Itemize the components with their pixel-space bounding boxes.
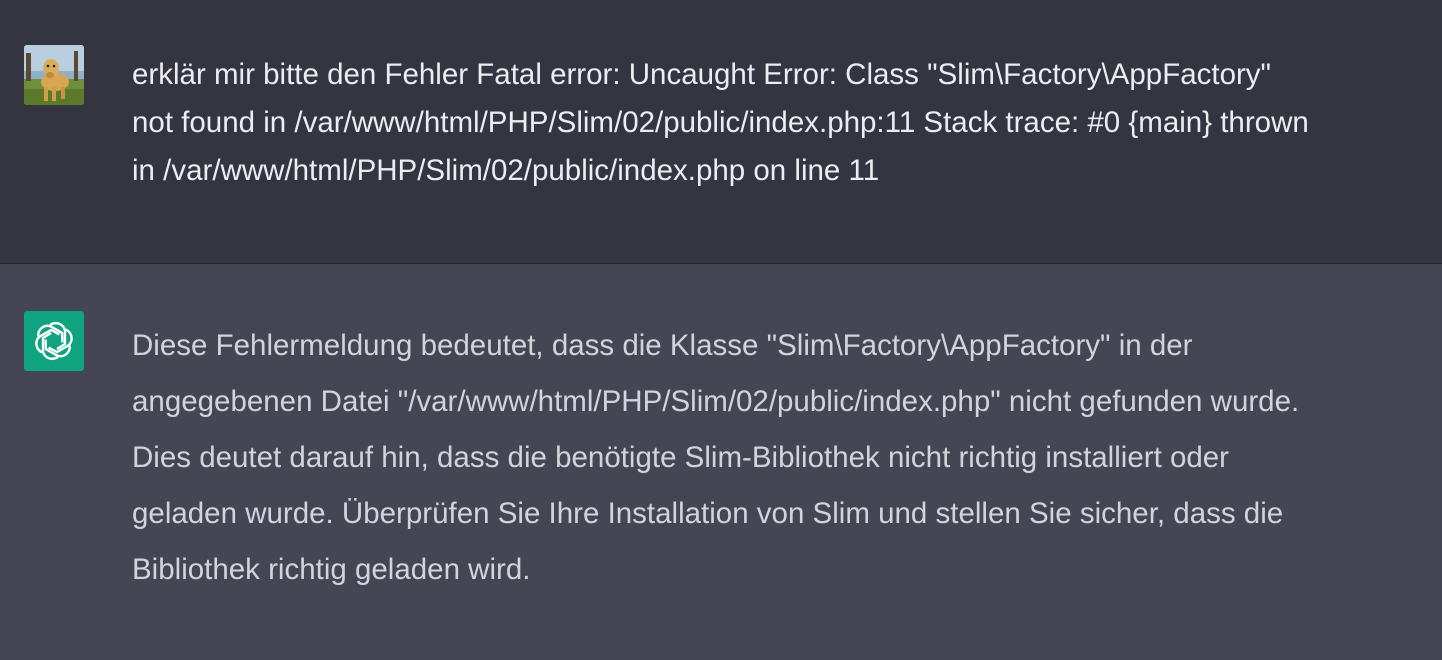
openai-logo-icon <box>35 322 73 360</box>
user-message: erklär mir bitte den Fehler Fatal error:… <box>0 0 1442 264</box>
user-message-line: erklär mir bitte den Fehler Fatal error:… <box>132 58 1272 91</box>
assistant-message-line: Bibliothek richtig geladen wird. <box>132 553 531 586</box>
assistant-message-line: Diese Fehlermeldung bedeutet, dass die K… <box>132 329 1193 362</box>
assistant-message-line: angegebenen Datei "/var/www/html/PHP/Sli… <box>132 385 1300 418</box>
assistant-message-line: geladen wurde. Überprüfen Sie Ihre Insta… <box>132 497 1284 530</box>
user-avatar <box>24 45 84 105</box>
assistant-message: Diese Fehlermeldung bedeutet, dass die K… <box>0 264 1442 660</box>
user-message-text: erklär mir bitte den Fehler Fatal error:… <box>132 51 1438 195</box>
assistant-avatar <box>24 311 84 371</box>
user-message-line: in /var/www/html/PHP/Slim/02/public/inde… <box>132 154 880 187</box>
dog-photo-icon <box>24 45 84 105</box>
assistant-message-line: Dies deutet darauf hin, dass die benötig… <box>132 441 1230 474</box>
assistant-message-text: Diese Fehlermeldung bedeutet, dass die K… <box>132 318 1438 598</box>
user-message-line: not found in /var/www/html/PHP/Slim/02/p… <box>132 106 1309 139</box>
